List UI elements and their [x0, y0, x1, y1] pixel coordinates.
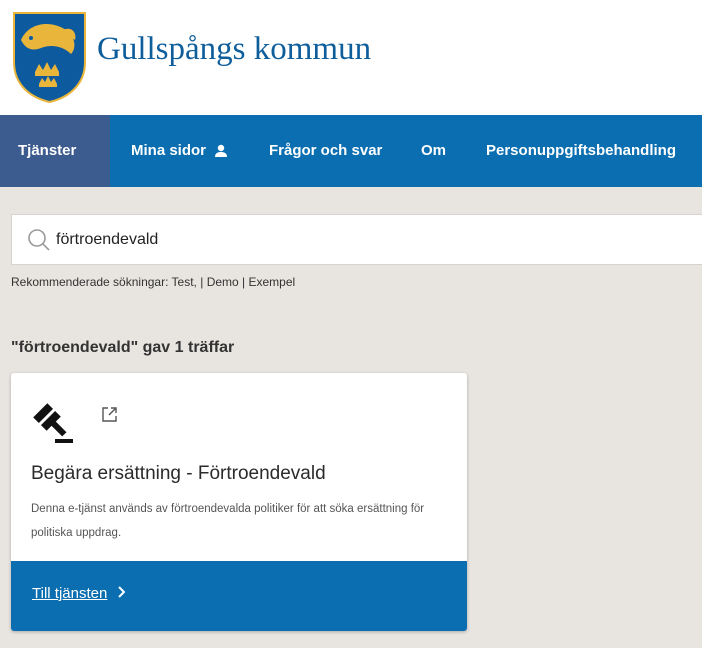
recommended-label: Rekommenderade sökningar: — [11, 275, 169, 289]
nav-item-label: Mina sidor — [131, 142, 207, 159]
search-input[interactable] — [56, 225, 656, 255]
main-nav: Tjänster Mina sidor Frågor och svar Om P… — [0, 115, 702, 187]
nav-item-mina-sidor[interactable]: Mina sidor — [113, 115, 246, 187]
site-header: Gullspångs kommun — [0, 0, 702, 115]
coat-of-arms-logo[interactable] — [11, 10, 88, 103]
search-box — [11, 214, 702, 265]
chevron-right-icon — [117, 585, 126, 602]
nav-item-label: Tjänster — [18, 142, 77, 159]
person-icon — [215, 144, 228, 158]
external-link-icon[interactable] — [101, 406, 118, 423]
recommended-link-test[interactable]: Test, — [172, 275, 197, 289]
nav-item-label: Frågor och svar — [269, 142, 383, 159]
nav-item-tjanster[interactable]: Tjänster — [0, 115, 110, 187]
recommended-searches: Rekommenderade sökningar: Test, | Demo |… — [11, 275, 296, 289]
recommended-link-demo[interactable]: Demo — [207, 275, 239, 289]
nav-item-om[interactable]: Om — [403, 115, 464, 187]
nav-item-personuppgiftsbehandling[interactable]: Personuppgiftsbehandling — [468, 115, 694, 187]
results-heading: "förtroendevald" gav 1 träffar — [11, 339, 235, 356]
nav-item-label: Om — [421, 142, 447, 159]
search-icon[interactable] — [27, 228, 51, 252]
go-to-service-label: Till tjänsten — [32, 585, 108, 602]
nav-item-label: Personuppgiftsbehandling — [486, 142, 676, 159]
nav-item-fragor-och-svar[interactable]: Frågor och svar — [251, 115, 400, 187]
card-footer: Till tjänsten — [11, 561, 467, 631]
card-title[interactable]: Begära ersättning - Förtroendevald — [31, 463, 326, 485]
card-description: Denna e-tjänst används av förtroendevald… — [31, 503, 425, 539]
recommended-link-exempel[interactable]: Exempel — [249, 275, 296, 289]
gavel-icon — [33, 403, 73, 443]
service-card[interactable]: Begära ersättning - Förtroendevald Denna… — [11, 373, 467, 631]
site-title[interactable]: Gullspångs kommun — [97, 31, 371, 68]
go-to-service-link[interactable]: Till tjänsten — [32, 585, 126, 602]
